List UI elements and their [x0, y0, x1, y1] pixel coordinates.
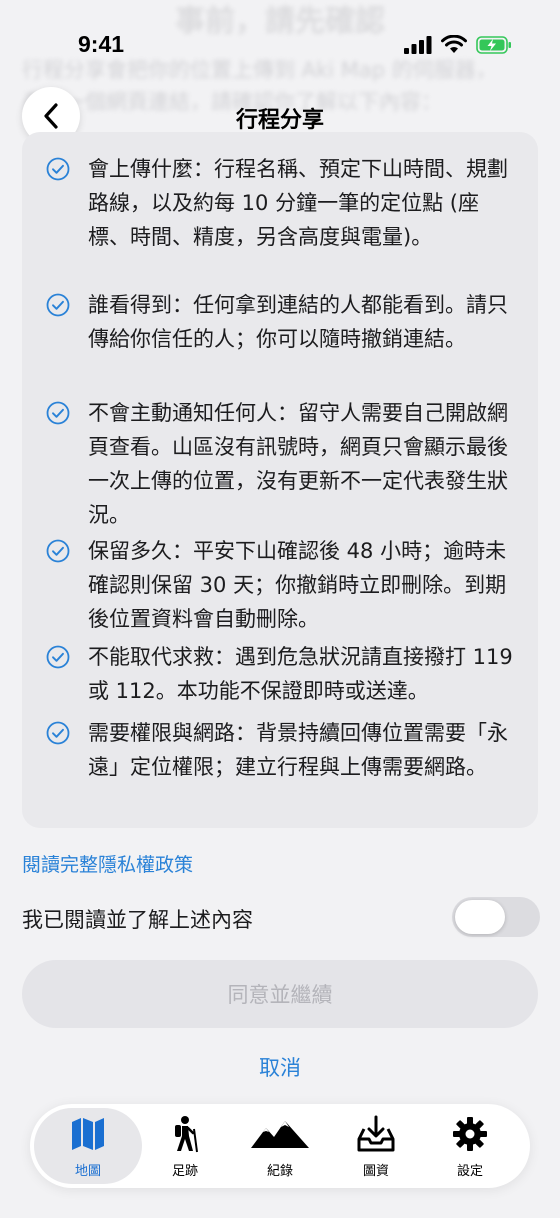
disclosure-item: 需要權限與網路：背景持續回傳位置需要「永遠」定位權限；建立行程與上傳需要網路。: [46, 716, 516, 784]
tab-settings[interactable]: 設定: [420, 1104, 520, 1188]
privacy-policy-link[interactable]: 閱讀完整隱私權政策: [22, 850, 193, 877]
checkmark-circle-icon: [46, 645, 70, 669]
tab-label: 地圖: [74, 1164, 101, 1179]
disclosure-text: 保留多久：平安下山確認後 48 小時；逾時未確認則保留 30 天；你撤銷時立即刪…: [88, 539, 507, 631]
page-title: 行程分享: [235, 108, 324, 133]
disclosure-item: 保留多久：平安下山確認後 48 小時；逾時未確認則保留 30 天；你撤銷時立即刪…: [46, 534, 516, 636]
tab-bar: 地圖 足跡 紀錄 圖資 設定: [30, 1104, 530, 1188]
checkmark-circle-icon: [46, 721, 70, 745]
acknowledge-row: 我已閱讀並了解上述內容: [22, 897, 540, 939]
disclosure-text: 不會主動通知任何人：留守人需要自己開啟網頁查看。山區沒有訊號時，網頁只會顯示最後…: [88, 401, 508, 527]
checkmark-circle-icon: [46, 293, 70, 317]
disclosure-item: 誰看得到：任何拿到連結的人都能看到。請只傳給你信任的人；你可以隨時撤銷連結。: [46, 288, 516, 356]
acknowledge-toggle[interactable]: [452, 897, 540, 937]
agree-continue-button[interactable]: 同意並繼續: [22, 960, 538, 1028]
tab-map-data[interactable]: 圖資: [326, 1104, 426, 1188]
checkmark-circle-icon: [46, 401, 70, 425]
status-icons: [404, 35, 512, 54]
disclosure-text: 不能取代求救：遇到危急狀況請直接撥打 119 或 112。本功能不保證即時或送達…: [88, 645, 513, 703]
disclosure-text: 需要權限與網路：背景持續回傳位置需要「永遠」定位權限；建立行程與上傳需要網路。: [88, 721, 508, 779]
tab-map[interactable]: 地圖: [34, 1108, 142, 1184]
hiker-icon: [175, 1116, 198, 1153]
tab-label: 設定: [456, 1164, 483, 1179]
download-tray-icon: [357, 1115, 395, 1152]
checkmark-circle-icon: [46, 539, 70, 563]
status-bar: 9:41: [0, 0, 560, 92]
battery-charging-icon: [476, 35, 511, 54]
acknowledge-label: 我已閱讀並了解上述內容: [22, 908, 253, 932]
disclosure-item: 不能取代求救：遇到危急狀況請直接撥打 119 或 112。本功能不保證即時或送達…: [46, 640, 516, 708]
toggle-knob: [455, 900, 505, 934]
disclosure-text: 誰看得到：任何拿到連結的人都能看到。請只傳給你信任的人；你可以隨時撤銷連結。: [88, 293, 508, 351]
status-time: 9:41: [78, 31, 125, 57]
tab-footprints[interactable]: 足跡: [135, 1104, 235, 1188]
disclosure-item: 會上傳什麼：行程名稱、預定下山時間、規劃路線，以及約每 10 分鐘一筆的定位點 …: [46, 152, 516, 254]
mountains-icon: [251, 1121, 309, 1148]
cellular-signal-icon: [404, 35, 432, 54]
checkmark-circle-icon: [46, 157, 70, 181]
gear-icon: [453, 1117, 487, 1151]
disclosure-text: 會上傳什麼：行程名稱、預定下山時間、規劃路線，以及約每 10 分鐘一筆的定位點 …: [88, 157, 508, 249]
cancel-button[interactable]: 取消: [0, 1052, 560, 1082]
tab-label: 紀錄: [266, 1164, 293, 1179]
tab-label: 圖資: [362, 1164, 389, 1179]
tab-label: 足跡: [171, 1164, 198, 1179]
tab-records[interactable]: 紀錄: [230, 1104, 330, 1188]
disclosure-card: 會上傳什麼：行程名稱、預定下山時間、規劃路線，以及約每 10 分鐘一筆的定位點 …: [22, 132, 538, 828]
disclosure-item: 不會主動通知任何人：留守人需要自己開啟網頁查看。山區沒有訊號時，網頁只會顯示最後…: [46, 396, 516, 532]
wifi-icon: [441, 35, 467, 53]
map-icon: [72, 1118, 104, 1150]
